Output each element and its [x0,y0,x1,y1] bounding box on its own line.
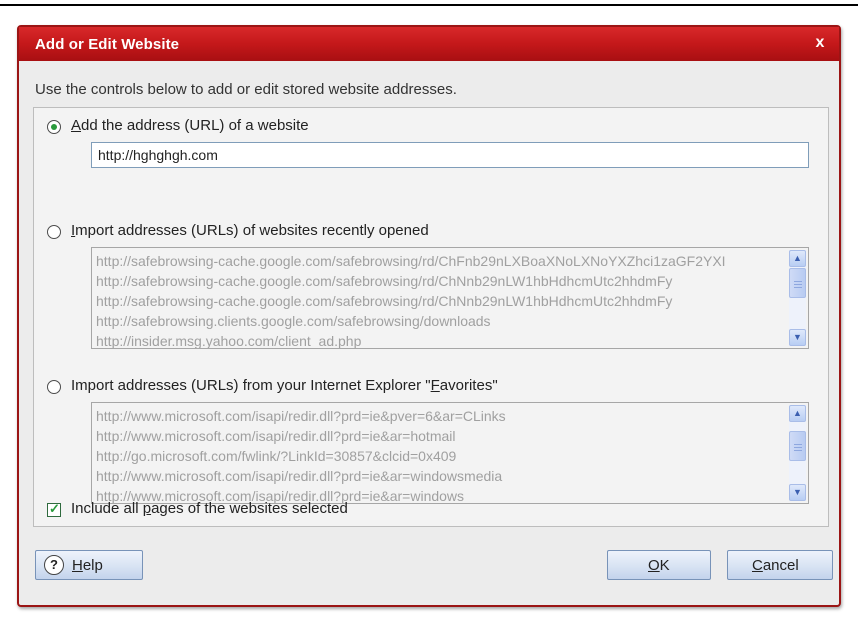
add-edit-website-dialog: Add or Edit Website x Use the controls b… [17,25,841,607]
ok-button[interactable]: OK [607,550,711,580]
scroll-up-arrow-icon[interactable]: ▲ [789,405,806,422]
close-icon[interactable]: x [811,33,829,53]
list-item[interactable]: http://go.microsoft.com/fwlink/?LinkId=3… [96,446,786,466]
label-rest: dd the address (URL) of a website [81,117,309,134]
favorites-list[interactable]: http://www.microsoft.com/isapi/redir.dll… [91,402,809,504]
add-url-label[interactable]: Add the address (URL) of a website [71,117,309,134]
help-button-label: Help [72,557,103,574]
help-button[interactable]: ? Help [35,550,143,580]
options-panel: Add the address (URL) of a website Impor… [33,107,829,527]
label-rest: mport addresses (URLs) of websites recen… [75,222,429,239]
list-item[interactable]: http://www.microsoft.com/isapi/redir.dll… [96,426,786,446]
help-icon: ? [44,555,64,575]
cancel-button[interactable]: Cancel [727,550,833,580]
list-item[interactable]: http://safebrowsing-cache.google.com/saf… [96,251,786,271]
list-item[interactable]: http://www.microsoft.com/isapi/redir.dll… [96,406,786,426]
recent-list-scrollbar[interactable]: ▲ ▼ [789,250,806,346]
scroll-down-arrow-icon[interactable]: ▼ [789,484,806,501]
accelerator-key: A [71,117,82,134]
recent-urls-list[interactable]: http://safebrowsing-cache.google.com/saf… [91,247,809,349]
label-prefix: Import addresses (URLs) from your Intern… [71,377,431,394]
favorites-list-scrollbar[interactable]: ▲ ▼ [789,405,806,501]
checkmark-icon: ✓ [49,501,60,516]
include-pages-checkbox[interactable]: ✓ [47,501,61,517]
list-item[interactable]: http://insider.msg.yahoo.com/client_ad.p… [96,331,786,348]
website-url-input[interactable] [91,142,809,168]
dialog-title: Add or Edit Website [35,36,180,53]
list-item[interactable]: http://safebrowsing-cache.google.com/saf… [96,291,786,311]
label-prefix: Include all [71,500,143,517]
accelerator-key: F [430,377,440,394]
favorites-radio[interactable] [47,380,61,394]
radio-selected-dot [51,124,57,130]
title-bar[interactable]: Add or Edit Website x [19,27,839,61]
list-item[interactable]: http://safebrowsing.clients.google.com/s… [96,311,786,331]
cancel-button-label: Cancel [752,557,799,574]
list-item[interactable]: http://www.microsoft.com/isapi/redir.dll… [96,466,786,486]
scroll-thumb[interactable] [789,431,806,461]
list-item[interactable]: http://safebrowsing-cache.google.com/saf… [96,271,786,291]
favorites-label[interactable]: Import addresses (URLs) from your Intern… [71,377,498,394]
add-url-radio[interactable] [47,120,61,134]
accelerator-key: p [142,500,152,517]
recent-urls-label[interactable]: Import addresses (URLs) of websites rece… [71,222,429,239]
label-rest: ages of the websites selected [151,500,348,517]
scroll-thumb[interactable] [789,268,806,298]
scroll-down-arrow-icon[interactable]: ▼ [789,329,806,346]
recent-urls-radio[interactable] [47,225,61,239]
ok-button-label: OK [648,557,670,574]
include-pages-label[interactable]: Include all pages of the websites select… [71,500,348,517]
top-divider-line [0,4,858,6]
scroll-up-arrow-icon[interactable]: ▲ [789,250,806,267]
label-rest: avorites" [439,377,498,394]
intro-text: Use the controls below to add or edit st… [35,81,457,98]
